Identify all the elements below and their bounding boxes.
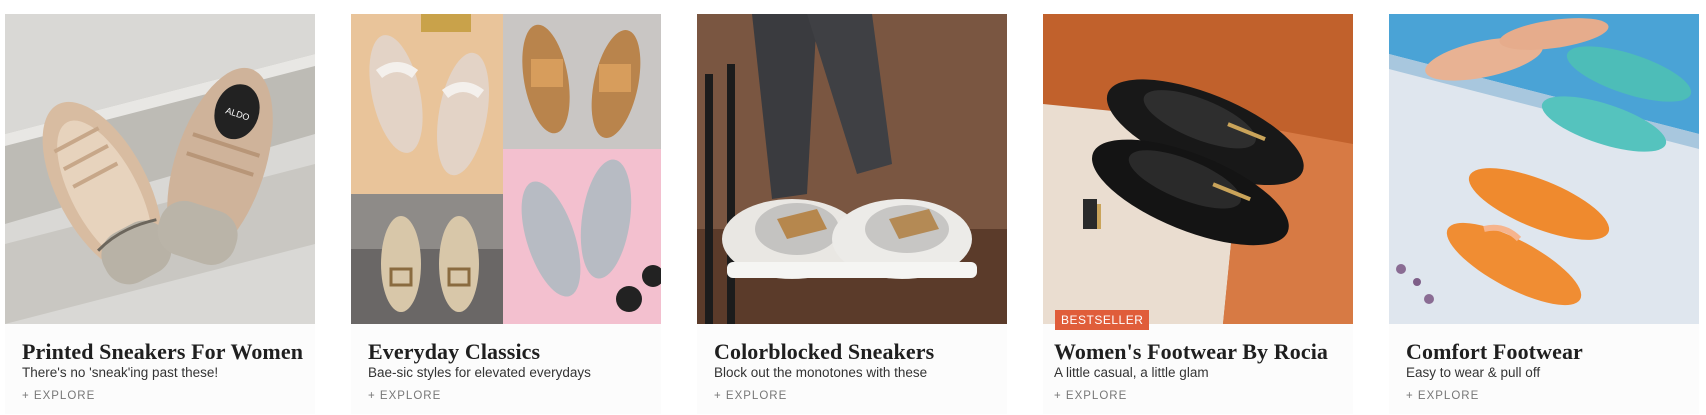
- explore-link[interactable]: + EXPLORE: [714, 390, 787, 402]
- card-image[interactable]: [351, 14, 661, 324]
- comfort-footwear-image: [1389, 14, 1699, 324]
- card-caption: Printed Sneakers For Women There's no 's…: [5, 324, 315, 414]
- card-subtitle: A little casual, a little glam: [1054, 365, 1209, 380]
- card-title[interactable]: Printed Sneakers For Women: [22, 339, 303, 365]
- colorblocked-sneakers-image: [697, 14, 1007, 324]
- explore-link[interactable]: + EXPLORE: [1406, 390, 1479, 402]
- card-image[interactable]: ALDO: [5, 14, 315, 324]
- card-title[interactable]: Women's Footwear By Rocia: [1054, 339, 1328, 365]
- card-subtitle: Easy to wear & pull off: [1406, 365, 1541, 380]
- category-cards-row: ALDO Printed Sneakers For Women There's …: [0, 0, 1706, 415]
- category-card-colorblocked-sneakers[interactable]: Colorblocked Sneakers Block out the mono…: [697, 14, 1007, 414]
- card-image[interactable]: [1389, 14, 1699, 324]
- card-caption: Colorblocked Sneakers Block out the mono…: [697, 324, 1007, 414]
- explore-link[interactable]: + EXPLORE: [368, 390, 441, 402]
- card-subtitle: Block out the monotones with these: [714, 365, 928, 380]
- category-card-rocia-footwear[interactable]: BESTSELLER Women's Footwear By Rocia A l…: [1043, 14, 1353, 414]
- card-subtitle: There's no 'sneak'ing past these!: [22, 365, 219, 380]
- card-subtitle: Bae-sic styles for elevated everydays: [368, 365, 591, 380]
- bestseller-badge: BESTSELLER: [1055, 310, 1150, 330]
- rocia-footwear-image: [1043, 14, 1353, 324]
- explore-link[interactable]: + EXPLORE: [22, 390, 95, 402]
- card-image[interactable]: [1043, 14, 1353, 324]
- card-title[interactable]: Colorblocked Sneakers: [714, 339, 934, 365]
- card-image[interactable]: [697, 14, 1007, 324]
- category-card-printed-sneakers[interactable]: ALDO Printed Sneakers For Women There's …: [5, 14, 315, 414]
- category-card-everyday-classics[interactable]: Everyday Classics Bae-sic styles for ele…: [351, 14, 661, 414]
- card-title[interactable]: Everyday Classics: [368, 339, 540, 365]
- card-caption: Women's Footwear By Rocia A little casua…: [1043, 324, 1353, 414]
- card-title[interactable]: Comfort Footwear: [1406, 339, 1583, 365]
- everyday-classics-image: [351, 14, 661, 324]
- explore-link[interactable]: + EXPLORE: [1054, 390, 1127, 402]
- card-caption: Everyday Classics Bae-sic styles for ele…: [351, 324, 661, 414]
- printed-sneakers-image: ALDO: [5, 14, 315, 324]
- card-caption: Comfort Footwear Easy to wear & pull off…: [1389, 324, 1699, 414]
- category-card-comfort-footwear[interactable]: Comfort Footwear Easy to wear & pull off…: [1389, 14, 1699, 414]
